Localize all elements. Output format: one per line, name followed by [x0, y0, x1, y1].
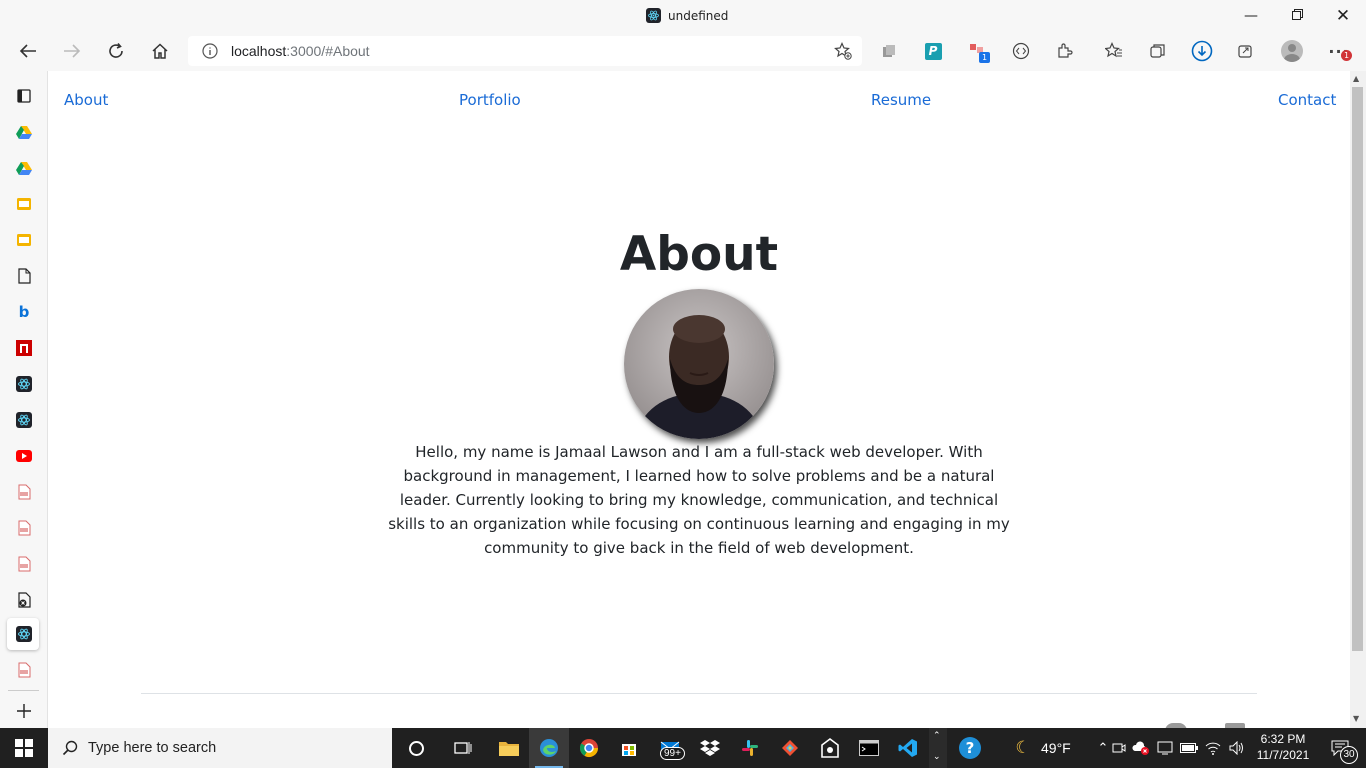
react-tab-icon[interactable]: [14, 624, 34, 644]
notification-count: 30: [1340, 746, 1358, 764]
title-bar: undefined — ✕: [0, 0, 1366, 32]
help-icon[interactable]: ?: [950, 728, 990, 768]
bing-tab-icon[interactable]: b: [14, 302, 34, 322]
github-desktop-icon[interactable]: [810, 728, 850, 768]
edge-taskbar-icon[interactable]: [529, 728, 569, 768]
react-icon: [646, 8, 661, 23]
window-title: undefined: [646, 8, 728, 23]
address-bar[interactable]: localhost:3000/#About: [188, 36, 862, 66]
red-app-tab-icon[interactable]: [14, 338, 34, 358]
clock-date: 11/7/2021: [1256, 748, 1310, 762]
profile-photo: [624, 289, 774, 439]
pdf-tab-icon[interactable]: [14, 518, 34, 538]
forward-button[interactable]: [58, 38, 86, 64]
code-ext-icon[interactable]: [1010, 40, 1032, 62]
share-icon[interactable]: [1235, 40, 1257, 62]
gitkraken-icon[interactable]: [770, 728, 810, 768]
terminal-icon[interactable]: [849, 728, 889, 768]
sidebar-divider: [8, 690, 39, 691]
minimize-button[interactable]: —: [1241, 6, 1261, 26]
info-icon[interactable]: [202, 43, 218, 59]
search-icon: [62, 740, 78, 756]
document-tab-icon[interactable]: [14, 266, 34, 286]
menu-badge: 1: [1341, 50, 1352, 61]
start-button[interactable]: [0, 728, 48, 768]
pdf-tab-icon[interactable]: [14, 660, 34, 680]
wifi-icon[interactable]: [1202, 728, 1224, 768]
file-explorer-icon[interactable]: [489, 728, 529, 768]
react-tab-icon[interactable]: [14, 374, 34, 394]
google-slides-tab-icon[interactable]: [14, 230, 34, 250]
dropbox-icon[interactable]: [690, 728, 730, 768]
home-button[interactable]: [146, 38, 174, 64]
page-title: About: [619, 227, 779, 282]
scrollbar-thumb[interactable]: [1352, 87, 1363, 651]
battery-icon[interactable]: [1178, 728, 1200, 768]
vscode-icon[interactable]: [888, 728, 928, 768]
nav-portfolio-link[interactable]: Portfolio: [459, 91, 521, 109]
collections-icon[interactable]: [1147, 40, 1169, 62]
clock-time: 6:32 PM: [1260, 732, 1306, 746]
store-icon[interactable]: [609, 728, 649, 768]
window-title-text: undefined: [668, 8, 729, 23]
nav-about-link[interactable]: About: [64, 91, 108, 109]
url-path: :3000/#About: [286, 43, 370, 59]
page-scrollbar[interactable]: ▲ ▼: [1350, 71, 1366, 728]
notifications-icon[interactable]: 30: [1318, 728, 1362, 768]
chrome-icon[interactable]: [569, 728, 609, 768]
scroll-down-arrow[interactable]: ▼: [1353, 714, 1359, 723]
google-slides-tab-icon[interactable]: [14, 194, 34, 214]
settings-menu-button[interactable]: ··· 1: [1328, 40, 1352, 62]
bio-text: Hello, my name is Jamaal Lawson and I am…: [388, 443, 1010, 557]
mail-icon[interactable]: 99+: [650, 728, 690, 768]
p-ext-icon[interactable]: P: [922, 40, 944, 62]
new-tab-icon[interactable]: [14, 701, 34, 721]
footer-divider: [141, 693, 1257, 694]
add-favorite-icon[interactable]: [834, 42, 852, 64]
weather-moon-icon[interactable]: ☾: [1003, 728, 1043, 768]
react-tab-icon[interactable]: [14, 410, 34, 430]
youtube-tab-icon[interactable]: [14, 446, 34, 466]
windows-logo-icon: [15, 739, 33, 757]
shapes-ext-icon[interactable]: 1: [966, 40, 990, 63]
slack-icon[interactable]: [730, 728, 770, 768]
weather-temperature[interactable]: 49°F: [1041, 740, 1071, 756]
nav-contact-link[interactable]: Contact: [1278, 91, 1336, 109]
favorites-icon[interactable]: [1103, 40, 1125, 62]
meet-now-icon[interactable]: [1108, 728, 1130, 768]
site-nav: About Portfolio Resume Contact: [48, 91, 1350, 115]
extensions-icon[interactable]: [1054, 40, 1076, 62]
vertical-tabs-sidebar: b: [0, 71, 48, 728]
scroll-up-arrow[interactable]: ▲: [1353, 74, 1359, 83]
tab-actions-icon[interactable]: [14, 86, 34, 106]
profile-avatar[interactable]: [1281, 40, 1303, 62]
url-text: localhost:3000/#About: [231, 43, 370, 59]
device-icon[interactable]: [1154, 728, 1176, 768]
refresh-button[interactable]: [102, 38, 130, 64]
search-placeholder: Type here to search: [88, 740, 217, 756]
clock[interactable]: 6:32 PM 11/7/2021: [1252, 731, 1314, 765]
nav-resume-link[interactable]: Resume: [871, 91, 931, 109]
volume-icon[interactable]: [1226, 728, 1248, 768]
restore-button[interactable]: [1287, 6, 1307, 26]
onedrive-error-icon[interactable]: [1130, 728, 1152, 768]
taskbar-scroll[interactable]: ⌃ ⌄: [929, 728, 947, 768]
ext-badge: 1: [979, 52, 990, 63]
task-view-icon[interactable]: [443, 728, 483, 768]
windows-taskbar: Type here to search 99+ ⌃ ⌄ ? ☾ 49°F ⌃ 6…: [0, 728, 1366, 768]
close-button[interactable]: ✕: [1333, 6, 1353, 26]
google-drive-tab-icon[interactable]: [14, 122, 34, 142]
url-host: localhost: [231, 43, 287, 59]
pdf-tab-icon[interactable]: [14, 482, 34, 502]
google-drive-tab-icon[interactable]: [14, 158, 34, 178]
pdf-tab-icon[interactable]: [14, 554, 34, 574]
cortana-icon[interactable]: [396, 728, 436, 768]
mail-badge: 99+: [660, 747, 685, 760]
taskbar-search[interactable]: Type here to search: [48, 728, 392, 768]
back-button[interactable]: [14, 38, 42, 64]
collections-ext-icon[interactable]: [878, 40, 900, 62]
web-page: About Portfolio Resume Contact About Hel…: [48, 71, 1350, 728]
document-error-tab-icon[interactable]: [14, 590, 34, 610]
downloads-icon[interactable]: [1191, 40, 1213, 62]
